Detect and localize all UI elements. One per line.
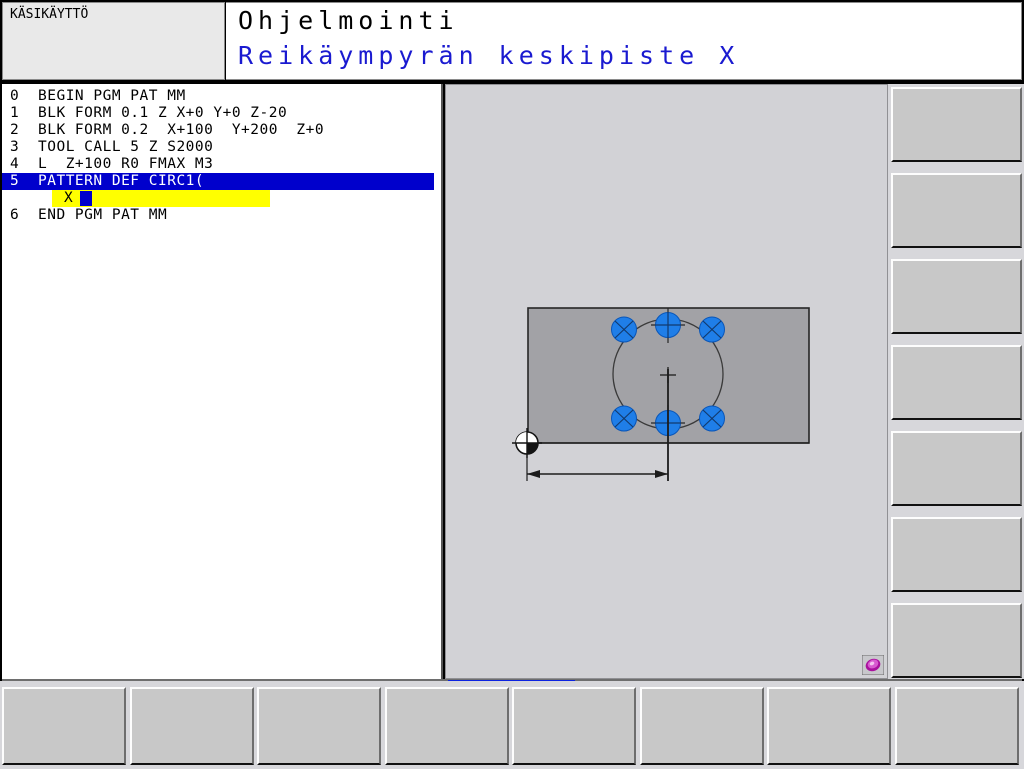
softkey-bottom-1[interactable] (2, 687, 126, 765)
softkey-right-6[interactable] (891, 517, 1022, 592)
softkey-bottom-5[interactable] (512, 687, 636, 765)
bolt-hole-circle-graphic (512, 307, 810, 481)
operating-mode-box: KÄSIKÄYTTÖ (2, 2, 225, 80)
program-line[interactable]: 0 BEGIN PGM PAT MM (2, 88, 443, 105)
dimension-line-x (527, 470, 668, 478)
help-graphics-panel (445, 84, 888, 679)
program-line[interactable]: 6 END PGM PAT MM (2, 207, 443, 224)
program-line[interactable]: 5 PATTERN DEF CIRC1( (2, 173, 434, 190)
program-line-number: 0 (10, 88, 20, 104)
program-line-text: TOOL CALL 5 Z S2000 (38, 139, 214, 155)
program-line-number: 6 (10, 207, 20, 223)
program-line[interactable]: 2 BLK FORM 0.2 X+100 Y+200 Z+0 (2, 122, 443, 139)
softkey-bottom-6[interactable] (639, 687, 764, 765)
text-cursor (80, 191, 92, 206)
hole-6 (611, 316, 637, 343)
softkey-right-2[interactable] (891, 173, 1022, 248)
hole-2 (699, 316, 725, 343)
program-line-text: BEGIN PGM PAT MM (38, 88, 186, 104)
parameter-key-label: X (64, 190, 73, 206)
softkey-right-7[interactable] (891, 603, 1022, 678)
program-line-number: 1 (10, 105, 20, 121)
program-line-text: L Z+100 R0 FMAX M3 (38, 156, 214, 172)
softkey-bottom-3[interactable] (257, 687, 381, 765)
softkey-right-3[interactable] (891, 259, 1022, 334)
softkey-bottom-7[interactable] (767, 687, 891, 765)
dialog-prompt: Reikäympyrän keskipiste X (238, 41, 740, 70)
program-line[interactable]: 3 TOOL CALL 5 Z S2000 (2, 139, 443, 156)
softkey-bottom-4[interactable] (384, 687, 509, 765)
program-line-number: 3 (10, 139, 20, 155)
tnc-screen: KÄSIKÄYTTÖ Ohjelmointi Reikäympyrän kesk… (0, 0, 1024, 769)
softkey-right-1[interactable] (891, 87, 1022, 162)
hole-5 (611, 405, 637, 432)
hole-3 (699, 405, 725, 432)
title-box: Ohjelmointi Reikäympyrän keskipiste X (226, 2, 1022, 80)
program-line-number: 2 (10, 122, 20, 138)
program-line-number: 5 (10, 173, 20, 189)
softkey-bottom-8[interactable] (894, 687, 1019, 765)
program-listing[interactable]: 0 BEGIN PGM PAT MM 1 BLK FORM 0.1 Z X+0 Y+0… (2, 84, 443, 679)
program-line[interactable]: 4 L Z+100 R0 FMAX M3 (2, 156, 443, 173)
heidenhain-status-icon[interactable] (862, 655, 884, 675)
page-title: Ohjelmointi (238, 6, 459, 35)
program-line-text: END PGM PAT MM (38, 207, 168, 223)
program-line-text: BLK FORM 0.1 Z X+0 Y+0 Z-20 (38, 105, 288, 121)
program-line-text: BLK FORM 0.2 X+100 Y+200 Z+0 (38, 122, 325, 138)
program-line-text: PATTERN DEF CIRC1( (38, 173, 205, 189)
softkey-right-4[interactable] (891, 345, 1022, 420)
operating-mode-label: KÄSIKÄYTTÖ (10, 7, 89, 22)
program-line-number: 4 (10, 156, 20, 172)
program-line[interactable]: 1 BLK FORM 0.1 Z X+0 Y+0 Z-20 (2, 105, 443, 122)
parameter-input-field[interactable]: X (52, 190, 270, 207)
softkey-right-5[interactable] (891, 431, 1022, 506)
header-bar: KÄSIKÄYTTÖ Ohjelmointi Reikäympyrän kesk… (2, 2, 1022, 80)
softkey-bottom-2[interactable] (129, 687, 254, 765)
